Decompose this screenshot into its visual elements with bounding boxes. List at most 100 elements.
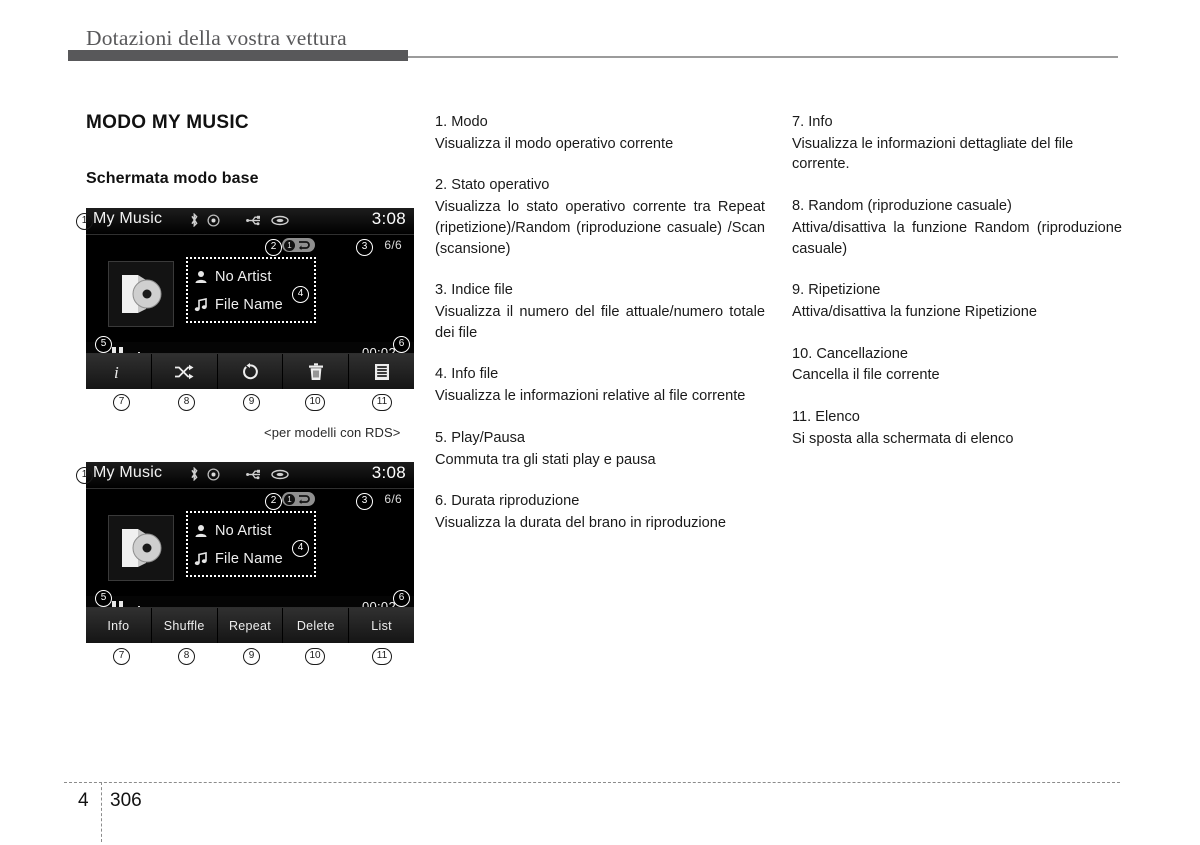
footer-divider	[101, 782, 102, 842]
item-body: Visualizza la durata del brano in riprod…	[435, 515, 726, 532]
repeat-button[interactable]: Repeat	[217, 608, 284, 643]
callout-9: 9	[243, 394, 260, 411]
description-item: 11. Elenco Si sposta alla schermata di e…	[792, 407, 1122, 449]
item-title: 4. Info file	[435, 366, 499, 383]
item-body: Visualizza lo stato operativo corrente t…	[435, 199, 765, 257]
info-icon: i	[114, 363, 119, 382]
info-button[interactable]: Info	[86, 608, 152, 643]
callout-9-rds: 9	[243, 648, 260, 665]
description-item: 7. Info Visualizza le informazioni detta…	[792, 112, 1122, 175]
usb-icon	[246, 215, 263, 226]
person-icon	[195, 525, 207, 537]
oval-icon	[271, 469, 289, 480]
disc-icon	[207, 213, 220, 227]
delete-button-label: Delete	[296, 618, 335, 633]
list-icon	[374, 363, 389, 380]
description-item: 2. Stato operativo Visualizza lo stato o…	[435, 175, 765, 259]
description-item: 5. Play/Pausa Commuta tra gli stati play…	[435, 428, 765, 470]
callout-10: 10	[305, 394, 325, 411]
description-item: 4. Info file Visualizza le informazioni …	[435, 364, 765, 406]
screen-now-playing-rds: No Artist File Name	[86, 511, 414, 596]
callout-8-rds: 8	[178, 648, 195, 665]
clock: 3:08	[371, 209, 406, 228]
item-body: Attiva/disattiva la funzione Random (rip…	[792, 219, 1122, 257]
description-item: 3. Indice file Visualizza il numero del …	[435, 280, 765, 343]
item-body: Si sposta alla schermata di elenco	[792, 430, 1014, 447]
delete-button[interactable]: Delete	[283, 608, 350, 643]
list-button[interactable]: List	[349, 608, 414, 643]
repeat-indicator-icon	[299, 241, 310, 250]
person-icon	[195, 271, 207, 283]
repeat-one-indicator-icon: 1	[284, 239, 295, 251]
page-number: 306	[110, 790, 142, 811]
bluetooth-icon	[190, 467, 199, 481]
usb-icon	[246, 469, 263, 480]
callout-3: 3	[356, 239, 373, 256]
callout-1-rds: 1	[76, 467, 93, 484]
soft-button-row-text: Info Shuffle Repeat Delete List	[86, 607, 414, 643]
screen-now-playing: No Artist File Name	[86, 257, 414, 342]
repeat-one-indicator-icon: 1	[284, 493, 295, 505]
delete-button[interactable]	[283, 354, 350, 389]
svg-text:i: i	[114, 363, 119, 382]
callout-8: 8	[178, 394, 195, 411]
file-index-rds: 6/6	[384, 492, 402, 506]
status-icon-group-rds	[190, 467, 289, 481]
description-item: 8. Random (riproduzione casuale) Attiva/…	[792, 196, 1122, 259]
repeat-button[interactable]	[217, 354, 284, 389]
shuffle-button[interactable]	[151, 354, 218, 389]
item-body: Visualizza le informazioni relative al f…	[435, 388, 746, 405]
screen-titlebar: My Music 3:08	[86, 208, 414, 235]
header-rule-accent	[68, 50, 408, 61]
repeat-icon	[243, 362, 258, 379]
shuffle-button[interactable]: Shuffle	[151, 608, 218, 643]
album-art	[108, 515, 174, 581]
shuffle-button-label: Shuffle	[163, 618, 205, 633]
item-title: 8. Random (riproduzione casuale)	[792, 198, 1012, 215]
chapter-title: Dotazioni della vostra vettura	[86, 26, 347, 50]
sub-title: Schermata modo base	[86, 170, 259, 187]
callout-4: 4	[292, 286, 309, 303]
footer-rule	[64, 782, 1120, 783]
disc-icon	[207, 467, 220, 481]
artist-name: No Artist	[215, 269, 272, 285]
callout-3-rds: 3	[356, 493, 373, 510]
list-button[interactable]	[349, 354, 414, 389]
screenshot-caption: <per modelli con RDS>	[264, 425, 401, 440]
item-body: Visualizza il modo operativo corrente	[435, 135, 674, 152]
item-title: 2. Stato operativo	[435, 177, 550, 194]
bluetooth-icon	[190, 213, 199, 227]
callout-7-rds: 7	[113, 648, 130, 665]
callout-1: 1	[76, 213, 93, 230]
callout-6: 6	[393, 336, 410, 353]
item-body: Attiva/disattiva la funzione Ripetizione	[792, 304, 1037, 321]
left-column: MODO MY MUSIC Schermata modo base My Mus…	[76, 112, 416, 665]
music-note-icon	[194, 552, 207, 566]
head-unit-screen-rds: My Music 3:08 1 6/6 No Artist File Name …	[86, 462, 414, 643]
page-title: MODO MY MUSIC	[86, 112, 249, 133]
repeat-indicator-icon	[299, 495, 310, 504]
info-button[interactable]: i	[86, 354, 152, 389]
item-title: 7. Info	[792, 114, 833, 130]
item-title: 6. Durata riproduzione	[435, 493, 580, 510]
album-art	[108, 261, 174, 327]
item-title: 10. Cancellazione	[792, 345, 909, 362]
oval-icon	[271, 215, 289, 226]
callout-5-rds: 5	[95, 590, 112, 607]
list-button-label: List	[371, 618, 392, 633]
file-index: 6/6	[384, 238, 402, 252]
callout-11: 11	[372, 394, 392, 411]
callout-6-rds: 6	[393, 590, 410, 607]
item-title: 9. Ripetizione	[792, 282, 881, 299]
item-body: Cancella il file corrente	[792, 367, 940, 384]
description-item: 1. Modo Visualizza il modo operativo cor…	[435, 112, 765, 154]
status-icon-group	[190, 213, 289, 227]
artist-line: No Artist	[194, 263, 308, 291]
callout-7: 7	[113, 394, 130, 411]
page-header: Dotazioni della vostra vettura	[86, 26, 1118, 52]
operating-state-badge: 1	[282, 238, 315, 252]
item-body: Commuta tra gli stati play e pausa	[435, 451, 656, 468]
callout-4-rds: 4	[292, 540, 309, 557]
item-title: 1. Modo	[435, 114, 488, 130]
item-title: 5. Play/Pausa	[435, 429, 526, 446]
